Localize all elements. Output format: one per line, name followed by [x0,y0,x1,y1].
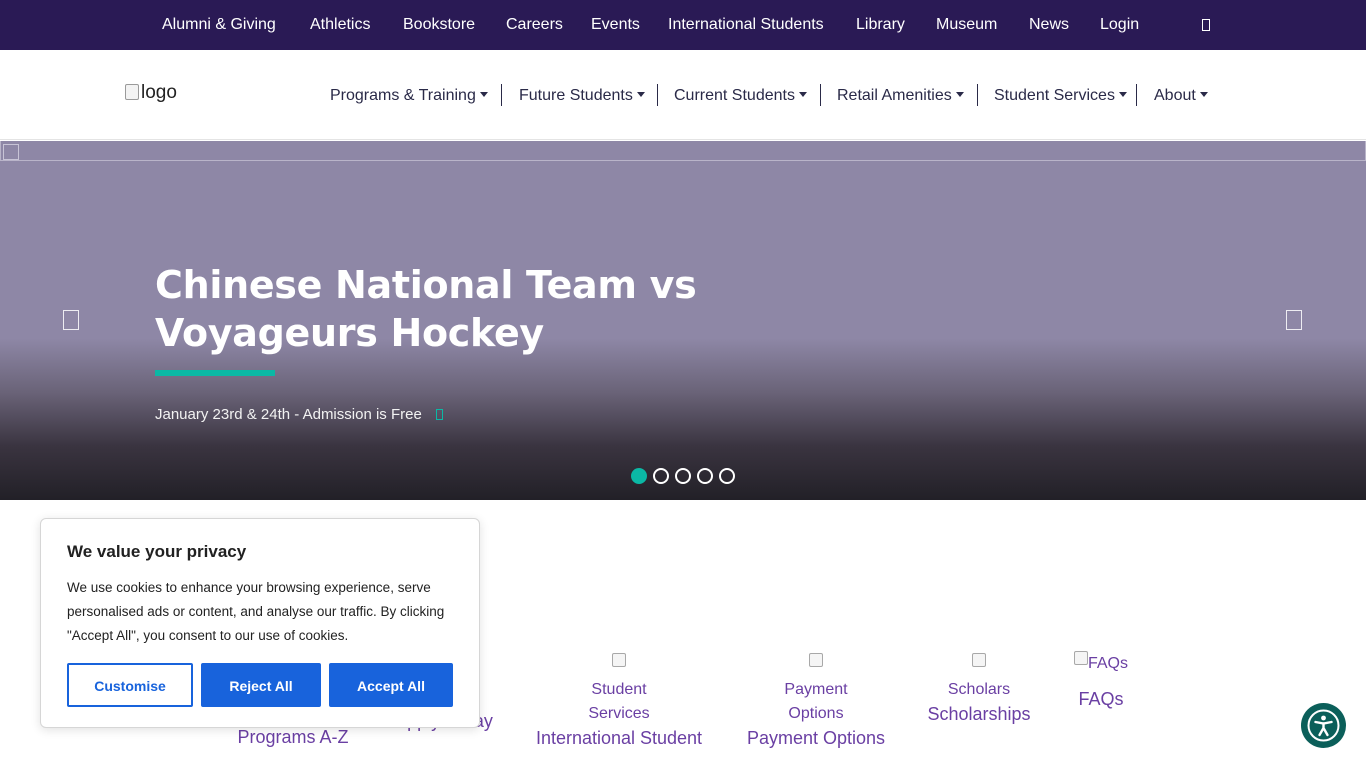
hero-carousel: Chinese National Team vs Voyageurs Hocke… [0,141,1366,500]
caret-down-icon [798,92,807,97]
image-alt-text: Student Services [588,681,650,722]
cookie-consent-banner: We value your privacy We use cookies to … [40,518,480,728]
broken-image-icon [809,653,823,667]
nav-retail-amenities[interactable]: Retail Amenities [837,85,964,107]
accept-all-button[interactable]: Accept All [329,663,453,707]
nav-label: About [1154,87,1196,104]
accessibility-widget-button[interactable] [1301,703,1346,748]
cookie-title: We value your privacy [67,542,247,561]
quick-link-label: Scholarships [927,704,1031,724]
quick-link-international-student[interactable]: Student Services International Student [529,653,709,750]
quick-link-image: Scholars [939,653,1019,702]
carousel-dot-2[interactable] [653,468,669,484]
hero-subtitle-link[interactable]: January 23rd & 24th - Admission is Free [155,406,443,423]
main-header: logo Programs & Training Future Students… [0,50,1366,140]
util-link-events[interactable]: Events [591,0,640,50]
search-icon[interactable] [1202,19,1210,31]
nav-about[interactable]: About [1154,85,1208,107]
quick-link-label: Payment Options [746,728,886,748]
util-link-library[interactable]: Library [856,0,905,50]
customise-button[interactable]: Customise [67,663,193,707]
image-alt-text: Payment Options [784,681,848,722]
nav-label: Retail Amenities [837,87,952,104]
nav-divider [657,84,658,106]
nav-divider [501,84,502,106]
broken-image-icon [612,653,626,667]
carousel-dot-3[interactable] [675,468,691,484]
quick-link-label: Programs A-Z [237,727,349,747]
nav-label: Student Services [994,87,1115,104]
broken-image-icon [1073,651,1088,665]
quick-link-image: Payment Options [777,653,855,726]
accessibility-icon [1307,709,1340,742]
logo-alt-text: logo [141,82,177,103]
site-logo[interactable]: logo [125,82,177,108]
nav-divider [1136,84,1137,106]
image-alt-text: FAQs [1087,655,1128,672]
caret-down-icon [1118,92,1127,97]
quick-link-image: Student Services [584,653,654,726]
cookie-description: We use cookies to enhance your browsing … [67,580,445,643]
quick-link-faqs[interactable]: FAQs FAQs [1056,651,1146,711]
carousel-dot-1[interactable] [631,468,647,484]
carousel-prev-icon[interactable] [63,310,79,330]
nav-programs-training[interactable]: Programs & Training [330,85,488,107]
quick-link-image: FAQs [1056,651,1146,676]
caret-down-icon [955,92,964,97]
caret-down-icon [1199,92,1208,97]
nav-divider [977,84,978,106]
arrow-right-icon [435,409,443,420]
broken-image-icon [3,144,19,160]
caret-down-icon [636,92,645,97]
util-link-careers[interactable]: Careers [506,0,563,50]
util-link-login[interactable]: Login [1100,0,1139,50]
reject-all-button[interactable]: Reject All [201,663,321,707]
nav-divider [820,84,821,106]
carousel-dot-5[interactable] [719,468,735,484]
hero-subtitle: January 23rd & 24th - Admission is Free [155,406,422,423]
quick-link-label: International Student [535,728,703,748]
hero-title: Chinese National Team vs Voyageurs Hocke… [155,263,697,355]
util-link-alumni-giving[interactable]: Alumni & Giving [162,0,276,50]
nav-current-students[interactable]: Current Students [674,85,807,107]
broken-image-icon [972,653,986,667]
caret-down-icon [479,92,488,97]
image-alt-text: Scholars [947,681,1011,698]
nav-label: Programs & Training [330,87,476,104]
carousel-dot-4[interactable] [697,468,713,484]
nav-future-students[interactable]: Future Students [519,85,645,107]
util-link-museum[interactable]: Museum [936,0,997,50]
quick-link-programs-a-z[interactable]: Programs A-Z [233,725,353,749]
carousel-next-icon[interactable] [1286,310,1302,330]
util-link-international-students[interactable]: International Students [668,0,824,50]
nav-student-services[interactable]: Student Services [994,85,1127,107]
quick-link-label: FAQs [1078,689,1124,709]
util-link-athletics[interactable]: Athletics [310,0,370,50]
util-link-news[interactable]: News [1029,0,1069,50]
quick-link-payment-options[interactable]: Payment Options Payment Options [736,653,896,750]
quick-link-scholarships[interactable]: Scholars Scholarships [919,653,1039,726]
util-link-bookstore[interactable]: Bookstore [403,0,475,50]
top-utility-bar: Alumni & Giving Athletics Bookstore Care… [0,0,1366,50]
nav-label: Current Students [674,87,795,104]
broken-image-icon [125,84,139,100]
nav-label: Future Students [519,87,633,104]
hero-image [0,141,1366,161]
hero-title-underline [155,370,275,376]
